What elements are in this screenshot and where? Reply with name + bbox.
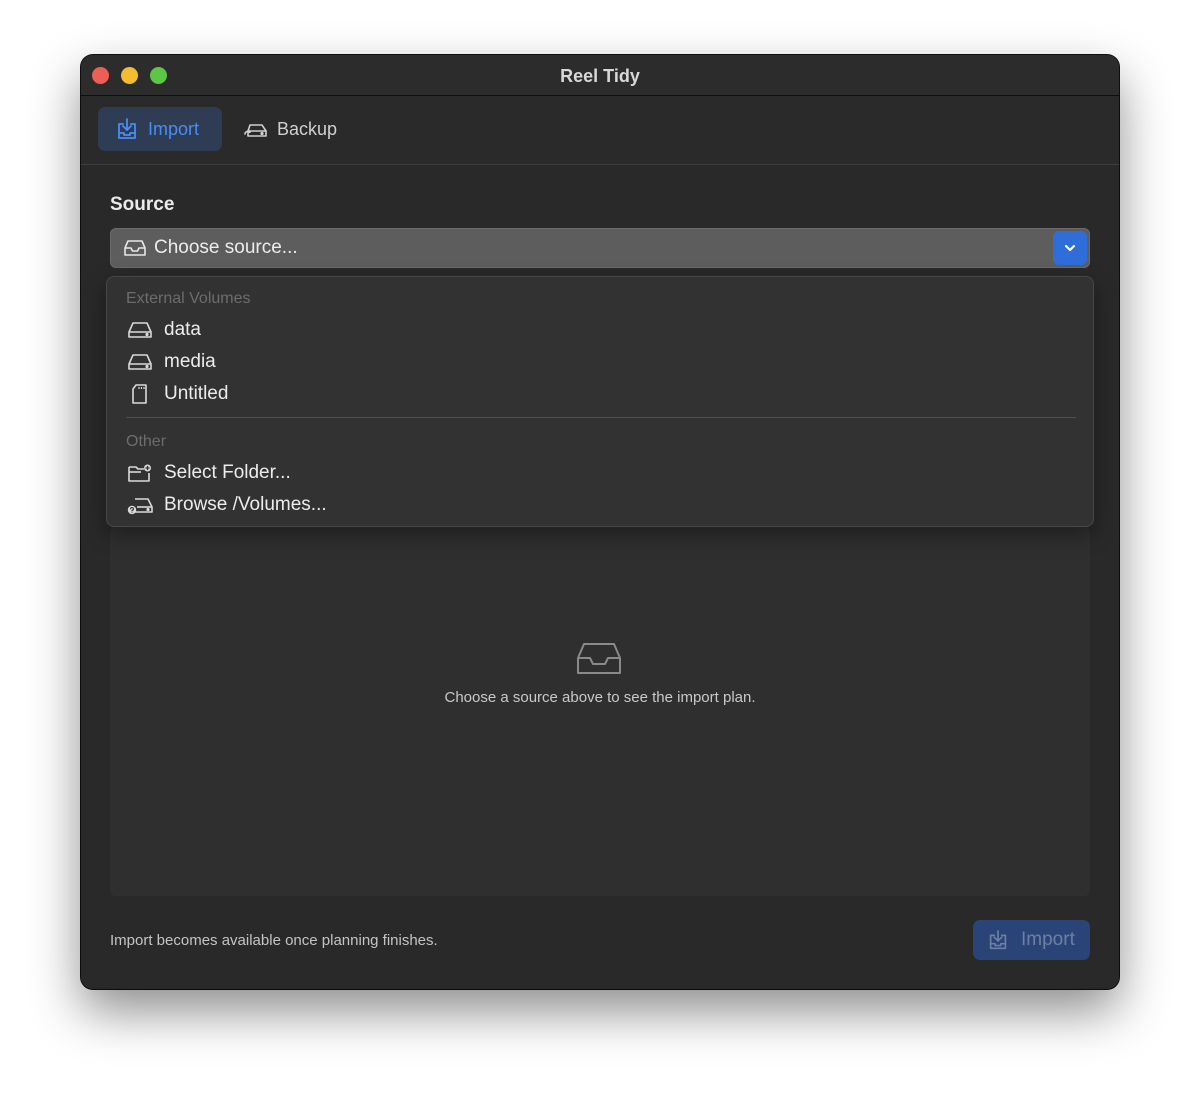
source-select-value: Choose source... [154,237,298,258]
tab-import[interactable]: Import [98,107,222,151]
tab-backup[interactable]: Backup [241,107,351,151]
inbox-icon [124,240,146,256]
menu-item-media[interactable]: media [127,347,1075,377]
external-drive-icon [128,322,152,338]
tab-import-label: Import [148,118,200,139]
source-dropdown-menu: External Volumes data media Untitled Oth… [106,276,1094,527]
toolbar: Import Backup [81,97,1119,165]
chevron-down-icon [1064,244,1076,252]
menu-item-label: data [164,319,201,340]
menu-item-browse-volumes[interactable]: Browse /Volumes... [127,490,1075,520]
menu-divider [126,417,1076,418]
section-title-other: Other [126,433,167,450]
import-icon [989,929,1007,950]
import-button-label: Import [1021,929,1075,950]
drive-backup-icon [244,124,267,137]
source-label: Source [110,194,175,215]
import-plan-panel: Choose a source above to see the import … [110,527,1090,896]
drive-question-icon [127,498,153,515]
empty-state-message: Choose a source above to see the import … [444,689,756,706]
source-select[interactable]: Choose source... [110,228,1090,268]
menu-item-label: media [164,351,216,372]
app-window: Reel Tidy Import Backup Source Choose so… [81,55,1119,989]
menu-item-data[interactable]: data [127,315,1075,345]
import-button[interactable]: Import [973,920,1090,960]
menu-item-label: Browse /Volumes... [164,494,327,515]
title-bar: Reel Tidy [81,55,1119,96]
source-select-chevron[interactable] [1053,231,1087,265]
folder-badge-plus-icon [128,464,151,482]
sd-card-icon [132,384,147,404]
import-icon [118,118,136,139]
menu-item-label: Untitled [164,383,229,404]
section-title-external-volumes: External Volumes [126,290,251,307]
tab-backup-label: Backup [277,118,338,139]
window-title: Reel Tidy [560,66,640,86]
tray-icon [577,643,621,674]
external-drive-icon [128,354,152,370]
status-text: Import becomes available once planning f… [110,932,438,949]
menu-item-untitled[interactable]: Untitled [127,379,1075,409]
menu-item-label: Select Folder... [164,462,291,483]
menu-item-select-folder[interactable]: Select Folder... [127,458,1075,488]
